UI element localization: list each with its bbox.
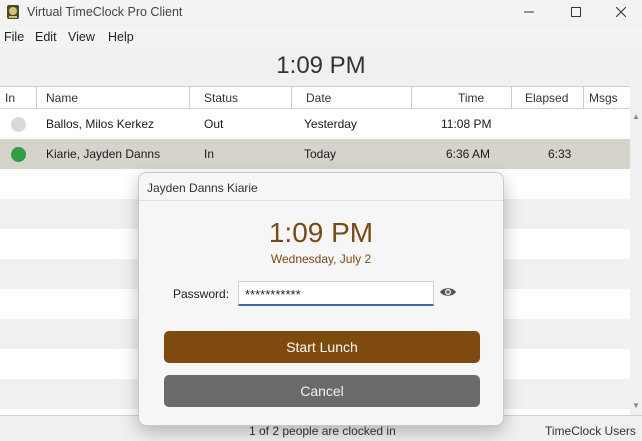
scroll-up-icon[interactable]: ▲ <box>632 112 640 121</box>
menu-help[interactable]: Help <box>108 30 134 44</box>
minimize-button[interactable] <box>506 0 552 24</box>
column-header-date[interactable]: Date <box>292 87 412 109</box>
row-status: In <box>204 147 215 161</box>
clock-bar: 1:09 PM <box>0 48 642 86</box>
timeclock-app-icon <box>7 5 19 19</box>
password-label: Password: <box>173 287 230 301</box>
table-row[interactable]: Kiarie, Jayden Danns In Today 6:36 AM 6:… <box>0 139 630 169</box>
start-lunch-button[interactable]: Start Lunch <box>164 331 480 363</box>
row-time: 6:36 AM <box>446 147 491 161</box>
row-time: 11:08 PM <box>441 117 492 131</box>
column-header-in[interactable]: In <box>0 87 37 109</box>
eye-icon[interactable] <box>439 285 457 299</box>
maximize-icon <box>571 7 581 17</box>
menu-edit[interactable]: Edit <box>35 30 57 44</box>
column-header-status[interactable]: Status <box>190 87 292 109</box>
row-elapsed: 6:33 <box>548 147 572 161</box>
title-bar: Virtual TimeClock Pro Client <box>0 0 642 24</box>
dialog-time: 1:09 PM <box>268 217 374 248</box>
scroll-down-icon[interactable]: ▼ <box>632 401 640 410</box>
close-button[interactable] <box>598 0 642 24</box>
row-date: Yesterday <box>304 117 357 131</box>
column-header-elapsed[interactable]: Elapsed <box>512 87 584 109</box>
column-header-name[interactable]: Name <box>37 87 190 109</box>
row-name: Ballos, Milos Kerkez <box>46 117 155 131</box>
status-dot-icon <box>11 147 26 162</box>
cancel-button[interactable]: Cancel <box>164 375 480 407</box>
maximize-button[interactable] <box>553 0 599 24</box>
column-header-msgs[interactable]: Msgs <box>584 87 630 109</box>
clock-action-dialog: Jayden Danns Kiarie 1:09 PM Wednesday, J… <box>138 172 504 426</box>
table-header: In Name Status Date Time Elapsed Msgs <box>0 86 630 109</box>
menu-file[interactable]: File <box>4 30 24 44</box>
status-users-label[interactable]: TimeClock Users <box>545 424 636 438</box>
dialog-divider <box>139 200 503 201</box>
current-time: 1:09 PM <box>276 52 366 79</box>
minimize-icon <box>524 11 534 13</box>
row-name: Kiarie, Jayden Danns <box>46 147 161 161</box>
dialog-title: Jayden Danns Kiarie <box>147 181 258 195</box>
row-date: Today <box>304 147 337 161</box>
window-title: Virtual TimeClock Pro Client <box>27 5 183 19</box>
clocked-in-summary: 1 of 2 people are clocked in <box>249 424 396 438</box>
row-status: Out <box>204 117 224 131</box>
status-dot-icon <box>11 117 26 132</box>
vertical-scrollbar[interactable]: ▲ ▼ <box>630 109 642 415</box>
close-icon <box>616 7 626 17</box>
dialog-date: Wednesday, July 2 <box>270 252 372 266</box>
column-header-time[interactable]: Time <box>412 87 512 109</box>
menu-view[interactable]: View <box>68 30 95 44</box>
menu-bar: File Edit View Help <box>0 26 642 48</box>
table-row[interactable]: Ballos, Milos Kerkez Out Yesterday 11:08… <box>0 109 630 139</box>
password-input[interactable] <box>238 281 434 306</box>
